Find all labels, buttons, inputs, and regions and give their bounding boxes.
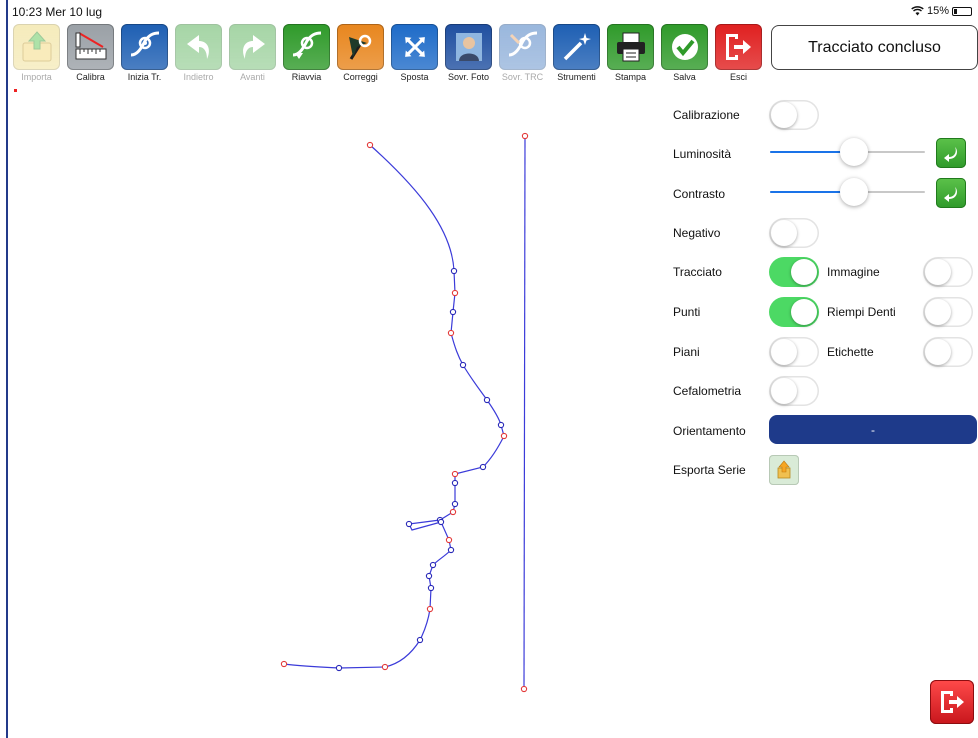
trace-point[interactable] <box>429 561 437 569</box>
trace-point[interactable] <box>459 361 467 369</box>
trace-point[interactable] <box>450 267 458 275</box>
reset-arrow-icon <box>944 147 957 162</box>
tracciato-toggle[interactable] <box>769 257 819 287</box>
trace-point[interactable] <box>479 463 487 471</box>
trace-point[interactable] <box>449 508 457 516</box>
trace-point[interactable] <box>425 572 433 580</box>
esporta-serie-button[interactable] <box>769 455 799 485</box>
export-icon <box>777 460 791 479</box>
etichette-toggle[interactable] <box>923 337 973 367</box>
trace-point[interactable] <box>447 329 455 337</box>
trace-point[interactable] <box>451 500 459 508</box>
trace-point[interactable] <box>500 432 508 440</box>
trace-point[interactable] <box>366 141 374 149</box>
orientamento-button[interactable]: - <box>769 415 977 444</box>
trace-point[interactable] <box>447 546 455 554</box>
trace-point[interactable] <box>451 470 459 478</box>
tracing-canvas[interactable] <box>0 0 978 738</box>
immagine-toggle[interactable] <box>923 257 973 287</box>
calibrazione-toggle[interactable] <box>769 100 819 130</box>
exit-button[interactable] <box>930 680 974 724</box>
luminosita-reset-button[interactable] <box>936 138 966 168</box>
riempi-denti-toggle[interactable] <box>923 297 973 327</box>
vertical-reference-line <box>523 135 526 690</box>
trace-point[interactable] <box>427 584 435 592</box>
trace-point[interactable] <box>445 536 453 544</box>
piani-toggle[interactable] <box>769 337 819 367</box>
soft-tissue-profile-trace <box>283 144 505 669</box>
luminosita-slider[interactable] <box>770 137 925 167</box>
trace-point[interactable] <box>335 664 343 672</box>
trace-point[interactable] <box>426 605 434 613</box>
trace-point[interactable] <box>437 518 445 526</box>
cefalometria-toggle[interactable] <box>769 376 819 406</box>
trace-point[interactable] <box>280 660 288 668</box>
trace-point[interactable] <box>381 663 389 671</box>
trace-point[interactable] <box>451 289 459 297</box>
reset-arrow-icon <box>944 187 957 202</box>
trace-point[interactable] <box>451 479 459 487</box>
exit-door-icon <box>941 691 964 713</box>
trace-point[interactable] <box>520 685 528 693</box>
contrasto-reset-button[interactable] <box>936 178 966 208</box>
trace-point[interactable] <box>405 520 413 528</box>
contrasto-slider[interactable] <box>770 177 925 207</box>
trace-point[interactable] <box>521 132 529 140</box>
trace-point[interactable] <box>416 636 424 644</box>
punti-toggle[interactable] <box>769 297 819 327</box>
trace-point[interactable] <box>497 421 505 429</box>
trace-point[interactable] <box>449 308 457 316</box>
negativo-toggle[interactable] <box>769 218 819 248</box>
trace-point[interactable] <box>483 396 491 404</box>
